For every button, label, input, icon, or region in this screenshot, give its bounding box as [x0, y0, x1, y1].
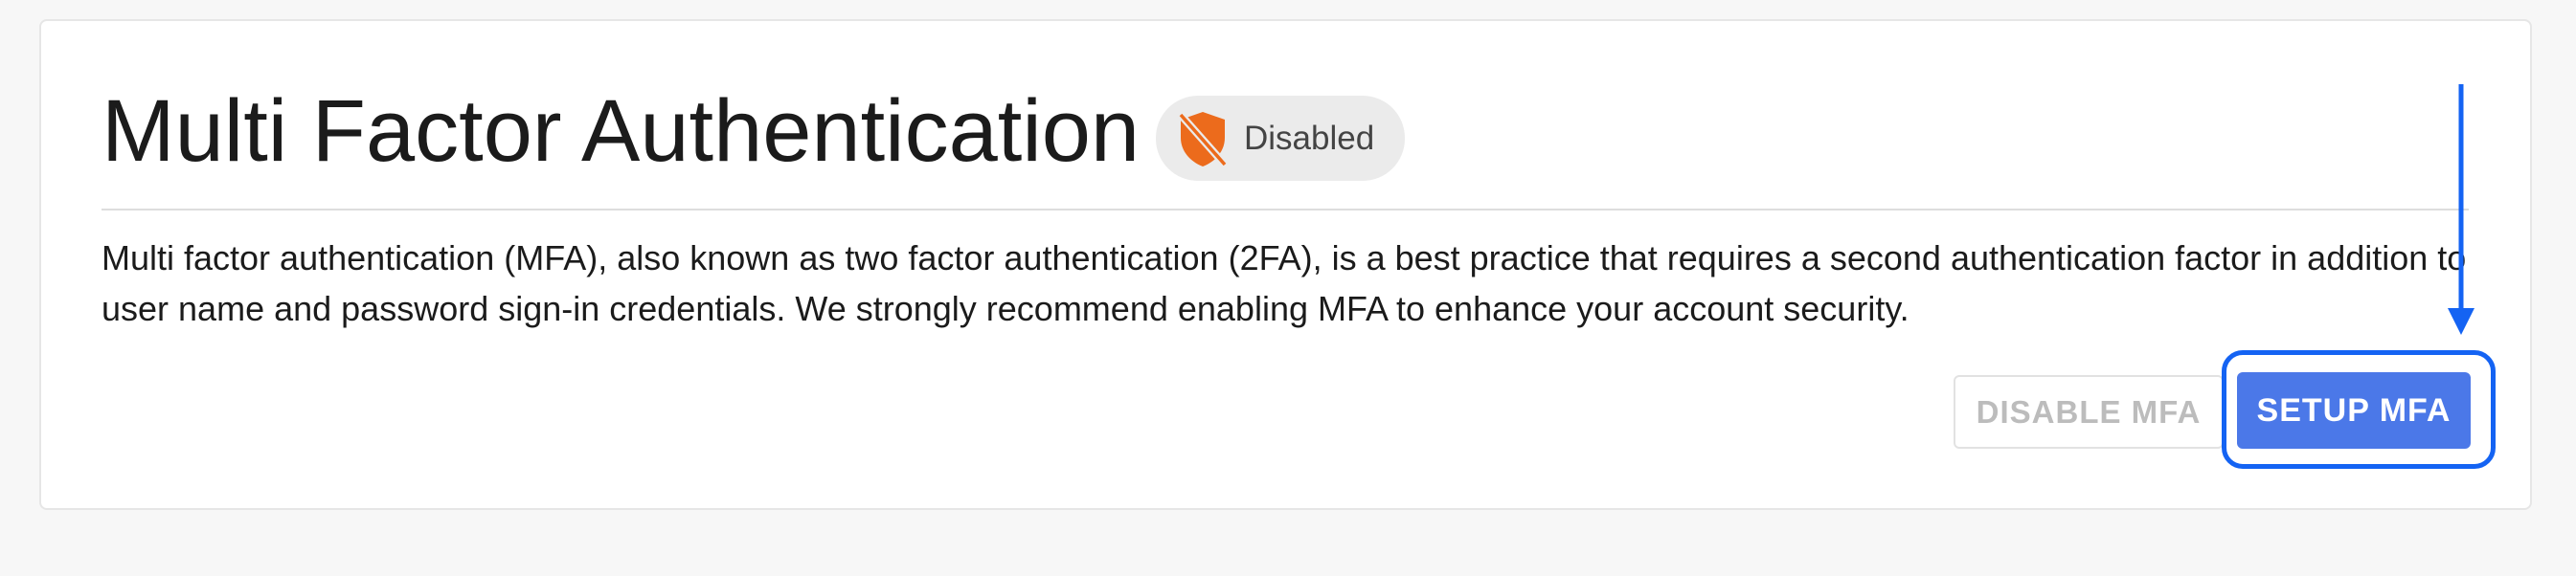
disable-mfa-button: DISABLE MFA [1954, 375, 2224, 449]
arrow-down-icon [2448, 84, 2474, 335]
shield-off-icon [1178, 112, 1228, 167]
setup-mfa-button[interactable]: SETUP MFA [2237, 372, 2471, 449]
page-title: Multi Factor Authentication [102, 82, 1141, 180]
status-badge: Disabled [1156, 96, 1405, 181]
mfa-description: Multi factor authentication (MFA), also … [102, 238, 2467, 328]
title-divider [102, 209, 2469, 210]
status-label: Disabled [1244, 120, 1375, 157]
